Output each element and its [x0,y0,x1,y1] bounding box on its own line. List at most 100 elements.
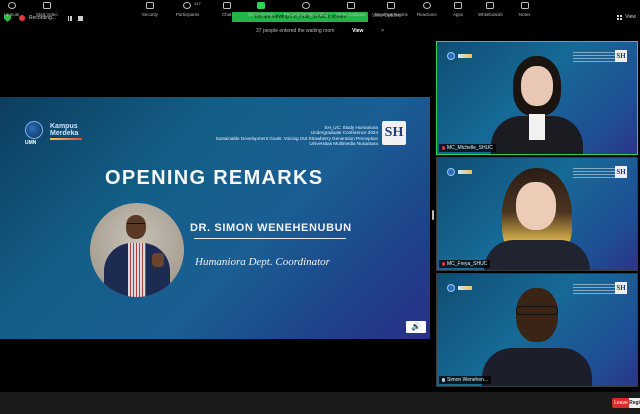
apps-label: Apps [453,12,464,17]
participant-name-label: Simon Wenehen... [439,376,492,384]
kampus-merdeka-mini [458,286,472,290]
speaker-photo-shirt [128,243,146,297]
smiley-icon [422,2,431,9]
umn-globe-icon [25,121,43,139]
umn-logo-icon [447,52,455,60]
captions-icon [346,2,355,9]
waiting-room-view-button[interactable]: View [352,28,363,34]
chat-bubble-icon [222,2,231,9]
apps-button[interactable]: Apps [453,2,463,17]
show-captions-button[interactable]: Show Captions [336,2,366,17]
umn-logo-icon [447,284,455,292]
start-video-button[interactable]: Start Video [36,2,58,17]
corner-badge: Regi [629,398,640,408]
show-captions-label: Show Captions [336,12,366,17]
kampus-merdeka-strip [50,138,82,140]
participant-video [477,52,597,154]
waiting-room-message: 37 people entered the waiting room [256,28,335,34]
glasses [516,306,558,315]
security-button[interactable]: Security [142,2,158,17]
notes-button[interactable]: Notes [519,2,530,17]
security-label: Security [142,12,158,17]
shared-screen[interactable]: UMN Kampus Merdeka SH_UC: Study Humanior… [0,97,430,339]
name-divider [194,238,346,239]
conf-line: Universitas Multimedia Nusantara [309,140,378,146]
participant-name: MC_Michelle_SHUC [447,145,493,151]
speaker-name: DR. SIMON WENEHENUBUN [190,222,352,234]
slide-title: OPENING REMARKS [105,167,324,189]
umn-logo-text: UMN [25,140,37,146]
speaker-role: Humaniora Dept. Coordinator [195,256,330,268]
participant-name: MC_Freya_SHUC [447,261,488,267]
leave-button[interactable]: Leave [612,398,630,408]
panel-resize-handle[interactable] [432,210,434,220]
kampus-merdeka-logo: Kampus Merdeka [50,123,82,140]
whiteboards-button[interactable]: Whiteboards [478,2,503,17]
thumbs-up-hand [152,253,164,267]
shuc-logo-mini: SH [615,50,627,62]
apps-grid-icon [454,2,462,9]
unmute-button[interactable]: Unmute [4,2,19,17]
whiteboards-label: Whiteboards [478,12,503,17]
notes-label: Notes [519,12,531,17]
view-switcher[interactable]: View [617,14,636,20]
conference-info: SH_UC: Study Humaniora Undergraduate Con… [216,125,378,146]
kampus-merdeka-mini [458,54,472,58]
face [516,288,558,342]
participants-count: 347 [194,1,201,6]
start-video-label: Start Video [36,12,58,17]
grid-view-icon [617,14,623,20]
share-screen-button[interactable]: Share Screen [248,2,275,17]
umn-logo-icon [447,168,455,176]
shirt-collar [529,114,545,140]
kampus-text: Kampus [50,123,78,130]
reactions-button[interactable]: Reactions [417,2,437,17]
share-screen-label: Share Screen [248,12,275,17]
close-icon[interactable]: × [381,28,384,34]
top [484,240,590,270]
participant-name-label: MC_Freya_SHUC [439,260,491,268]
participant-tile[interactable]: SH MC_Freya_SHUC [436,157,638,271]
face [516,182,556,230]
speaker-audio-icon[interactable]: 🔊 [406,321,426,333]
microphone-icon [7,2,16,9]
muted-mic-icon [442,262,445,266]
video-camera-icon [42,2,51,9]
chat-label: Chat [222,12,232,17]
unmute-label: Unmute [4,12,20,17]
speaker-photo-head [126,215,146,239]
speaker-photo [90,203,184,297]
shield-icon [145,2,154,9]
speaker-photo-glasses [127,223,145,227]
pause-stop-recording-button[interactable]: Pause/Stop Recording [284,2,328,17]
jacket [482,348,592,386]
shuc-logo-mini: SH [615,166,627,178]
participants-label: Participants [176,12,199,17]
shuc-logo-mini: SH [615,282,627,294]
breakout-rooms-button[interactable]: Breakout Rooms [375,2,408,17]
participant-video [472,166,602,270]
waiting-room-notice: 37 people entered the waiting room View … [252,26,388,36]
notes-icon [520,2,529,9]
muted-mic-icon [442,146,445,150]
participant-tile[interactable]: SH Simon Wenehen... [436,273,638,387]
breakout-rooms-label: Breakout Rooms [375,12,408,17]
mic-icon [442,378,445,382]
chat-button[interactable]: Chat [222,2,231,17]
pause-recording-icon[interactable] [67,15,72,21]
pause-stop-recording-label: Pause/Stop Recording [284,12,328,17]
recording-dot-icon [19,15,25,21]
face [521,66,553,106]
participant-name-label: MC_Michelle_SHUC [439,144,496,152]
merdeka-text: Merdeka [50,130,79,137]
stop-recording-icon[interactable] [77,15,83,21]
whiteboard-icon [486,2,495,9]
umn-logo: UMN [25,121,45,146]
share-screen-icon [257,2,266,9]
participant-tile[interactable]: SH MC_Michelle_SHUC [436,41,638,155]
recording-icon [301,2,310,9]
participant-name: Simon Wenehen... [447,377,489,383]
people-icon [183,2,192,9]
shuc-logo: SH [382,121,406,145]
view-label: View [625,14,636,20]
